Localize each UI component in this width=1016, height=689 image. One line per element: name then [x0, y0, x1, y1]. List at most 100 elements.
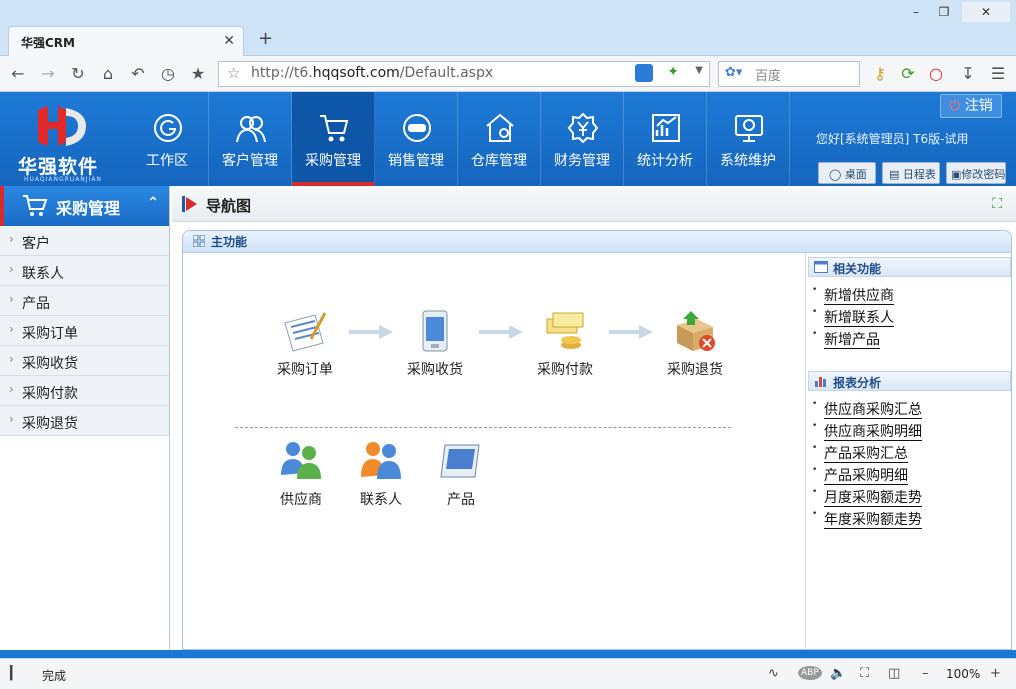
flow-purchase-receipt[interactable]: 采购收货: [385, 309, 485, 379]
window-close-icon[interactable]: ✕: [962, 2, 1010, 22]
address-bar[interactable]: ☆ http://t6.hqqsoft.com/Default.aspx ✦ ▼: [218, 61, 710, 87]
nav-maintenance[interactable]: 系统维护: [707, 92, 790, 186]
url-prefix: http://t6.: [251, 65, 313, 81]
link-add-contact[interactable]: 新增联系人: [806, 305, 1011, 327]
flow-purchase-order[interactable]: 采购订单: [255, 309, 355, 379]
split-view-icon[interactable]: ◫: [888, 666, 900, 681]
nav-label: 客户管理: [222, 153, 278, 169]
menu-icon[interactable]: ☰: [986, 62, 1010, 86]
flow-purchase-payment[interactable]: 采购付款: [515, 309, 615, 379]
sidebar-toggle-icon[interactable]: ▎: [10, 666, 20, 681]
link-add-supplier[interactable]: 新增供应商: [806, 283, 1011, 305]
home-icon[interactable]: ⌂: [96, 62, 120, 86]
chevron-right-icon: ›: [9, 292, 14, 306]
receipt-device-icon: [422, 310, 448, 352]
flow-purchase-return[interactable]: 采购退货: [645, 309, 745, 379]
page-mode-icon[interactable]: [635, 64, 653, 82]
nav-stats[interactable]: 统计分析: [624, 92, 707, 186]
sidebar-item-label: 联系人: [22, 266, 64, 282]
adblock-icon[interactable]: ABP: [798, 666, 822, 680]
key-icon[interactable]: ⚷: [868, 62, 892, 86]
link-supplier-summary[interactable]: 供应商采购汇总: [806, 397, 1011, 419]
nav-workspace[interactable]: 工作区: [126, 92, 209, 186]
report-analysis-header: 报表分析: [808, 371, 1011, 391]
change-password-button[interactable]: ▣修改密码: [946, 162, 1006, 184]
reload-icon[interactable]: ↻: [66, 62, 90, 86]
minimize-icon[interactable]: –: [902, 2, 930, 22]
volume-icon[interactable]: 🔈: [830, 666, 846, 681]
maintenance-icon: [735, 115, 763, 142]
fullscreen-icon[interactable]: ⛶: [992, 196, 1002, 212]
restore-icon[interactable]: ❐: [930, 2, 958, 22]
link-label: 供应商采购明细: [824, 424, 922, 441]
link-product-detail[interactable]: 产品采购明细: [806, 463, 1011, 485]
sidebar-item-label: 产品: [22, 296, 50, 312]
translate-icon[interactable]: ⟳: [896, 62, 920, 86]
desktop-button[interactable]: ◯ 桌面: [818, 162, 876, 184]
sidebar-item-label: 采购订单: [22, 326, 78, 342]
notification-icon[interactable]: ○: [924, 62, 948, 86]
link-add-product[interactable]: 新增产品: [806, 327, 1011, 349]
main-function-panel: 主功能 采购订单 采购收货 采购付款 采购退货 供应商 联系人 产品 相关功能: [182, 230, 1012, 650]
new-tab-icon[interactable]: +: [258, 28, 273, 49]
sidebar-item-label: 采购付款: [22, 386, 78, 402]
zoom-in-icon[interactable]: +: [990, 666, 1001, 681]
link-product-summary[interactable]: 产品采购汇总: [806, 441, 1011, 463]
sidebar-item-label: 采购退货: [22, 416, 78, 432]
search-box[interactable]: ✿▾ 百度: [718, 61, 860, 87]
browser-tab[interactable]: 华强CRM ✕: [8, 26, 244, 56]
sidebar-header[interactable]: 采购管理 ⌃: [0, 186, 169, 226]
nav-label: 系统维护: [720, 153, 776, 169]
link-monthly-trend[interactable]: 月度采购额走势: [806, 485, 1011, 507]
nav-purchase[interactable]: 采购管理: [292, 92, 375, 186]
logo-subtext: HUAQIANGRUANJIAN: [24, 176, 102, 183]
sidebar-item-purchase-order[interactable]: › 采购订单: [0, 316, 169, 346]
baidu-icon: ✿▾: [725, 65, 743, 80]
nav-warehouse[interactable]: 仓库管理: [458, 92, 541, 186]
nav-sales[interactable]: 销售管理: [375, 92, 458, 186]
history-icon[interactable]: ◷: [156, 62, 180, 86]
return-box-icon: [677, 311, 715, 351]
schedule-button[interactable]: ▤ 日程表: [882, 162, 940, 184]
sidebar-item-contact[interactable]: › 联系人: [0, 256, 169, 286]
shortcut-label: 产品: [447, 492, 475, 508]
product-icon: [440, 444, 480, 478]
link-supplier-detail[interactable]: 供应商采购明细: [806, 419, 1011, 441]
sidebar-item-customer[interactable]: › 客户: [0, 226, 169, 256]
tab-close-icon[interactable]: ✕: [223, 33, 235, 49]
nav-customers[interactable]: 客户管理: [209, 92, 292, 186]
download-icon[interactable]: ↧: [956, 62, 980, 86]
welcome-text: 您好[系统管理员] T6版-试用: [816, 132, 969, 146]
shortcut-product[interactable]: 产品: [411, 439, 511, 509]
window-icon: [814, 261, 828, 273]
performance-icon[interactable]: ∿: [768, 666, 779, 681]
link-label: 产品采购汇总: [824, 446, 908, 463]
browser-titlebar: – ❐ ✕ 华强CRM ✕ +: [0, 0, 1016, 56]
link-yearly-trend[interactable]: 年度采购额走势: [806, 507, 1011, 529]
nav-label: 销售管理: [388, 153, 444, 169]
quick-buttons: ◯ 桌面 ▤ 日程表 ▣修改密码: [818, 162, 1006, 184]
sidebar-item-purchase-payment[interactable]: › 采购付款: [0, 376, 169, 406]
forward-icon[interactable]: →: [36, 62, 60, 86]
back-icon[interactable]: ←: [6, 62, 30, 86]
sidebar-item-purchase-return[interactable]: › 采购退货: [0, 406, 169, 436]
finance-icon: [567, 112, 599, 144]
bookmark-star-icon[interactable]: ★: [186, 62, 210, 86]
fit-screen-icon[interactable]: ⛶: [860, 666, 869, 681]
extension-icon[interactable]: ✦: [667, 64, 679, 80]
sidebar-item-purchase-receipt[interactable]: › 采购收货: [0, 346, 169, 376]
favorite-icon[interactable]: ☆: [227, 64, 240, 82]
order-document-icon: [284, 312, 327, 352]
search-placeholder: 百度: [755, 69, 782, 84]
logo-text: 华强软件: [18, 156, 99, 178]
sidebar-item-product[interactable]: › 产品: [0, 286, 169, 316]
dropdown-icon[interactable]: ▼: [695, 65, 703, 76]
undo-icon[interactable]: ↶: [126, 62, 150, 86]
link-label: 产品采购明细: [824, 468, 908, 485]
nav-label: 工作区: [146, 153, 188, 169]
chevron-up-icon[interactable]: ⌃: [147, 195, 159, 211]
logout-button[interactable]: ⏻ 注销: [940, 94, 1002, 118]
nav-finance[interactable]: 财务管理: [541, 92, 624, 186]
zoom-out-icon[interactable]: –: [922, 666, 929, 681]
lock-icon: ▣: [951, 168, 962, 181]
